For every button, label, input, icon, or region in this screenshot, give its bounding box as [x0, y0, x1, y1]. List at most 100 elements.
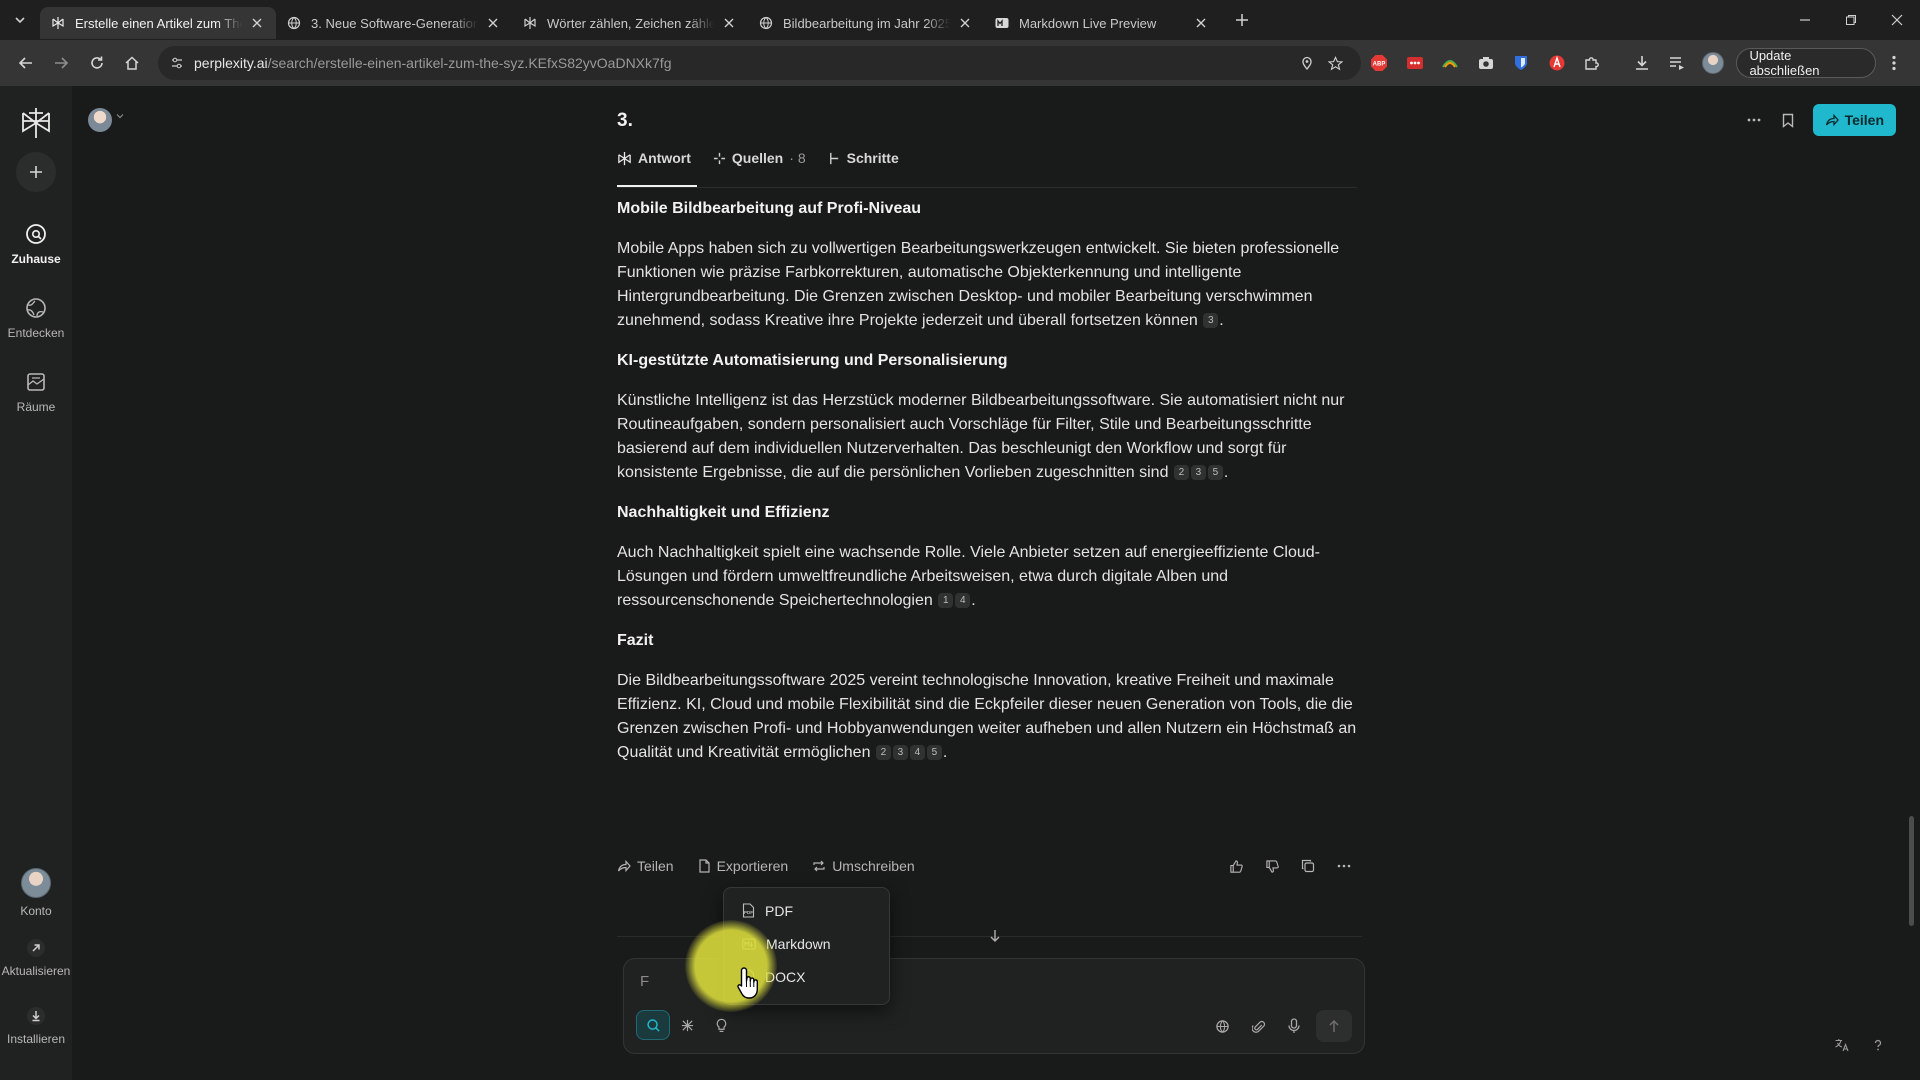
reasoning-mode-button[interactable]	[704, 1010, 738, 1040]
language-button[interactable]	[1824, 1030, 1860, 1060]
close-icon[interactable]	[720, 14, 738, 32]
browser-menu-button[interactable]	[1876, 45, 1912, 81]
url-text[interactable]: perplexity.ai/search/erstelle-einen-arti…	[184, 55, 1293, 71]
close-icon[interactable]	[484, 14, 502, 32]
sidebar-item-discover[interactable]: Entdecken	[0, 296, 72, 340]
browser-tab-5[interactable]: Markdown Live Preview	[984, 7, 1220, 39]
back-button[interactable]	[8, 45, 44, 81]
voice-input-button[interactable]	[1276, 1011, 1312, 1041]
more-answer-options-button[interactable]	[1326, 851, 1362, 881]
chevron-down-icon	[15, 17, 25, 24]
perplexity-logo[interactable]	[0, 106, 72, 140]
rewrite-button[interactable]: Umschreiben	[812, 858, 915, 874]
tab-title: Erstelle einen Artikel zum Them	[75, 15, 242, 31]
update-button[interactable]: Update abschließen	[1736, 48, 1877, 78]
tab-answer[interactable]: Antwort	[617, 150, 691, 166]
sidebar-install[interactable]: Installieren	[0, 1006, 72, 1046]
url-host: perplexity.ai	[194, 55, 268, 71]
source-selector-button[interactable]	[1204, 1011, 1240, 1041]
location-icon[interactable]	[1293, 49, 1321, 77]
media-queue-icon[interactable]	[1659, 45, 1695, 81]
home-button[interactable]	[115, 45, 151, 81]
browser-tab-3[interactable]: Wörter zählen, Zeichen zählen	[512, 7, 748, 39]
close-icon[interactable]	[248, 14, 266, 32]
download-icon	[27, 1007, 45, 1025]
export-button[interactable]: Exportieren	[698, 858, 788, 874]
citation-badge[interactable]: 4	[955, 593, 971, 608]
profile-avatar-icon[interactable]	[1695, 45, 1731, 81]
citation-badge[interactable]: 4	[909, 745, 925, 760]
thread-author-avatar[interactable]	[88, 108, 112, 132]
bookmark-star-icon[interactable]	[1321, 49, 1349, 77]
browser-tab-1[interactable]: Erstelle einen Artikel zum Them	[40, 7, 276, 39]
citation-badge[interactable]: 5	[926, 745, 942, 760]
share-thread-button[interactable]: Teilen	[1812, 104, 1896, 136]
new-tab-button[interactable]	[1226, 4, 1258, 36]
action-label: Teilen	[637, 858, 674, 874]
perplexity-favicon-icon	[50, 15, 66, 31]
citation-badge[interactable]: 3	[1203, 313, 1219, 328]
tab-label: Schritte	[846, 150, 899, 166]
citation-badge[interactable]: 5	[1207, 465, 1223, 480]
tab-search-button[interactable]	[0, 0, 40, 40]
tab-label: Antwort	[638, 150, 691, 166]
citation-badge[interactable]: 3	[892, 745, 908, 760]
browser-tab-2[interactable]: 3. Neue Software-Generationen	[276, 7, 512, 39]
hand-cursor-icon	[737, 967, 758, 999]
close-icon[interactable]	[1192, 14, 1210, 32]
forward-button[interactable]	[44, 45, 80, 81]
close-window-button[interactable]	[1874, 0, 1920, 40]
citation-badge[interactable]: 2	[875, 745, 891, 760]
bitwarden-extension-icon[interactable]	[1503, 45, 1539, 81]
copy-button[interactable]	[1290, 851, 1326, 881]
site-settings-icon[interactable]	[170, 56, 184, 70]
browser-tab-4[interactable]: Bildbearbeitung im Jahr 2025_	[748, 7, 984, 39]
share-answer-button[interactable]: Teilen	[617, 858, 674, 874]
submit-button[interactable]	[1316, 1010, 1352, 1042]
composer-placeholder[interactable]: F	[640, 973, 649, 990]
address-bar[interactable]: perplexity.ai/search/erstelle-einen-arti…	[158, 46, 1362, 80]
sources-count-value: 8	[797, 150, 806, 166]
restore-button[interactable]	[1828, 0, 1874, 40]
tab-steps[interactable]: Schritte	[828, 150, 899, 166]
sidebar-item-spaces[interactable]: Räume	[0, 370, 72, 414]
citation-badge[interactable]: 3	[1190, 465, 1206, 480]
tab-sources[interactable]: Quellen · 8	[713, 150, 806, 166]
attach-file-button[interactable]	[1240, 1011, 1276, 1041]
section-paragraph: Künstliche Intelligenz ist das Herzstück…	[617, 392, 1345, 481]
page-scrollbar[interactable]	[1909, 816, 1914, 926]
thumbs-down-button[interactable]	[1254, 851, 1290, 881]
search-mode-button[interactable]	[636, 1010, 670, 1040]
chevron-down-icon	[116, 112, 124, 120]
lastpass-extension-icon[interactable]	[1397, 45, 1433, 81]
downloads-icon[interactable]	[1624, 45, 1660, 81]
bookmark-button[interactable]	[1771, 105, 1805, 135]
sidebar-update[interactable]: Aktualisieren	[0, 938, 72, 978]
citation-badge[interactable]: 1	[938, 593, 954, 608]
minimize-button[interactable]	[1782, 0, 1828, 40]
reload-button[interactable]	[79, 45, 115, 81]
sidebar-item-home[interactable]: Zuhause	[0, 222, 72, 266]
pdf-extension-icon[interactable]	[1539, 45, 1575, 81]
export-markdown-option[interactable]: Markdown	[724, 927, 889, 960]
camera-extension-icon[interactable]	[1468, 45, 1504, 81]
sources-icon	[713, 152, 725, 164]
ellipsis-icon	[1337, 864, 1351, 868]
extensions-puzzle-icon[interactable]	[1574, 45, 1610, 81]
research-mode-button[interactable]	[670, 1010, 704, 1040]
main-content: Teilen 3. Antwort Quellen · 8 Schritte M…	[72, 86, 1920, 1080]
close-icon[interactable]	[956, 14, 974, 32]
home-icon	[125, 56, 139, 70]
rainbow-extension-icon[interactable]	[1432, 45, 1468, 81]
more-options-button[interactable]	[1737, 105, 1771, 135]
thumbs-up-button[interactable]	[1218, 851, 1254, 881]
adblock-extension-icon[interactable]: ABP	[1361, 45, 1397, 81]
spaces-icon	[27, 373, 45, 391]
sidebar-account[interactable]: Konto	[0, 868, 72, 918]
citation-badge[interactable]: 2	[1173, 465, 1189, 480]
help-button[interactable]	[1860, 1030, 1896, 1060]
export-pdf-option[interactable]: PDF PDF	[724, 894, 889, 927]
scroll-to-bottom-button[interactable]	[982, 923, 1008, 949]
bookmark-icon	[1782, 113, 1793, 128]
new-thread-button[interactable]	[0, 152, 72, 192]
